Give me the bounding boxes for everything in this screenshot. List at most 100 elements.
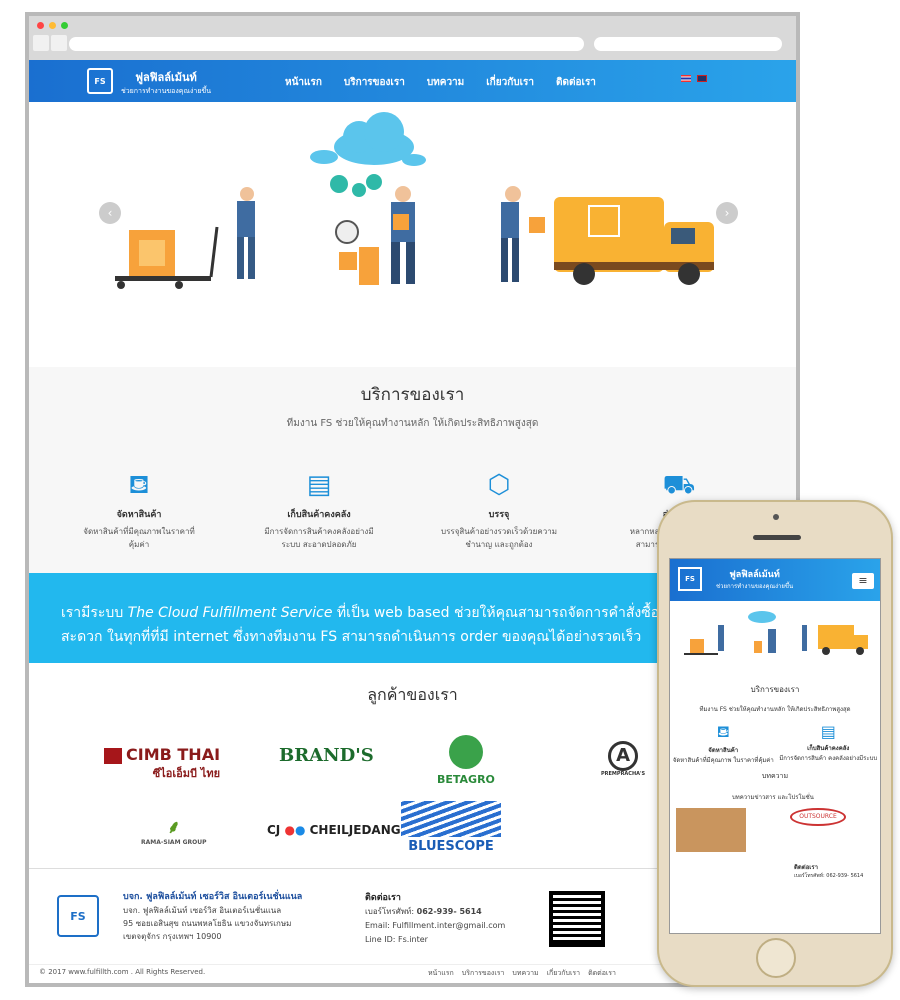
copyright: © 2017 www.fulfillth.com . All Rights Re…	[39, 968, 206, 976]
service-packing[interactable]: ⬡ บรรจุ บรรจุสินค้าอย่างรวดเร็วด้วยความช…	[439, 467, 559, 551]
mobile-brand-subtitle: ช่วยการทำงานของคุณง่ายขึ้น	[716, 583, 794, 590]
contact-title: ติดต่อเรา	[365, 893, 401, 903]
search-bar[interactable]	[594, 37, 782, 51]
brand-subtitle: ช่วยการทำงานของคุณง่ายขึ้น	[121, 87, 211, 95]
speaker-icon	[753, 535, 801, 540]
forward-button[interactable]	[51, 35, 67, 51]
language-switcher	[681, 75, 707, 82]
cloud-icon	[310, 112, 426, 166]
mobile-service-sourcing[interactable]: ⛾ จัดหาสินค้า จัดหาสินค้าที่มีคุณภาพ ในราค…	[673, 722, 774, 765]
camera-icon	[773, 514, 779, 520]
mobile-service-warehouse[interactable]: ▤ เก็บสินค้าคงคลัง มีการจัดการสินค้า คงคลั…	[779, 722, 877, 765]
footer-link-articles[interactable]: บทความ	[512, 968, 538, 977]
boxes-image[interactable]	[676, 808, 746, 852]
contact-email[interactable]: Email: Fulfillment.inter@gmail.com	[365, 919, 505, 933]
hamburger-menu-icon[interactable]: ≡	[852, 573, 874, 589]
mobile-services-list: ⛾ จัดหาสินค้า จัดหาสินค้าที่มีคุณภาพ ในราค…	[670, 722, 880, 765]
logo-icon[interactable]: FS	[87, 68, 113, 94]
menu-contact[interactable]: ติดต่อเรา	[556, 75, 596, 90]
footer-contact: ติดต่อเรา เบอร์โทรศัพท์: 062-939- 5614 E…	[365, 891, 505, 947]
client-prempracha-logo: A PREMPRACHA'S	[601, 741, 645, 777]
mobile-screen: FS ฟูลฟิลล์เม้นท์ ช่วยการทำงานของคุณง่าย…	[669, 558, 881, 934]
address-line: เขตจตุจักร กรุงเทพฯ 10900	[123, 932, 222, 941]
company-name: บจก. ฟูลฟิลล์เม้นท์ เซอร์วิส อินเตอร์เนช…	[123, 892, 303, 902]
service-title: เก็บสินค้าคงคลัง	[287, 510, 351, 520]
slider-next-arrow-icon[interactable]: ›	[716, 202, 738, 224]
footer-links: หน้าแรก บริการของเรา บทความ เกี่ยวกับเรา…	[428, 968, 616, 977]
top-nav: FS ฟูลฟิลล์เม้นท์ ช่วยการทำงานของคุณง่าย…	[29, 60, 796, 102]
service-desc: มีการจัดการสินค้าคงคลังอย่างมีระบบ สะอาด…	[264, 527, 374, 549]
menu-home[interactable]: หน้าแรก	[285, 75, 322, 90]
mobile-articles-title: บทความ	[761, 772, 789, 780]
scale-worker	[335, 186, 415, 285]
shopping-bag-icon: ⛾	[128, 470, 150, 500]
service-warehouse[interactable]: ▤ เก็บสินค้าคงคลัง มีการจัดการสินค้าคงคล…	[259, 467, 379, 551]
mobile-services: บริการของเรา ทีมงาน FS ช่วยให้คุณทำงานหล…	[670, 683, 880, 880]
mobile-contact-title: ติดต่อเรา	[794, 864, 818, 871]
back-button[interactable]	[33, 35, 49, 51]
client-betagro-logo: BETAGRO	[437, 735, 495, 786]
banner-text-post: ที่เป็น web based ช่วยให้คุณสามารถจัดการ…	[332, 605, 660, 621]
thai-flag-icon[interactable]	[681, 75, 691, 82]
mobile-logo-icon[interactable]: FS	[678, 567, 702, 591]
mobile-hero-illustration	[684, 611, 868, 655]
browser-chrome	[29, 16, 796, 60]
address-line: 95 ซอยเอสินสุข ถนนพหลโยธิน แขวงจันทรเกษม	[123, 919, 292, 928]
contact-phone[interactable]: เบอร์โทรศัพท์: 062-939- 5614	[365, 905, 505, 919]
truck-icon: ⛟	[662, 470, 696, 500]
cart-worker	[115, 187, 255, 289]
services-list: ⛾ จัดหาสินค้า จัดหาสินค้าที่มีคุณภาพในรา…	[79, 467, 739, 551]
footer-link-contact[interactable]: ติดต่อเรา	[588, 968, 616, 977]
qr-code-icon	[549, 891, 605, 947]
service-sourcing[interactable]: ⛾ จัดหาสินค้า จัดหาสินค้าที่มีคุณภาพในรา…	[79, 467, 199, 551]
contact-line-id: Line ID: Fs.inter	[365, 935, 428, 944]
mobile-articles: OUTSOURCE	[670, 802, 880, 862]
footer-link-services[interactable]: บริการของเรา	[462, 968, 505, 977]
footer-logo-icon: FS	[57, 895, 99, 937]
client-brands-logo: BRAND'S	[279, 745, 374, 766]
gears-icon	[330, 174, 382, 197]
hero-illustration	[115, 112, 714, 289]
shelf-icon: ▤	[306, 470, 332, 500]
home-button[interactable]	[756, 938, 796, 978]
window-controls	[37, 22, 68, 29]
minimize-dot[interactable]	[49, 22, 56, 29]
mobile-articles-subtitle: บทความข่าวสาร และโปรโมชั่น	[732, 794, 814, 801]
box-icon: ⬡	[487, 470, 511, 500]
client-cimb-logo: CIMB THAI ซีไอเอ็มบี ไทย	[104, 745, 220, 782]
footer-company: บจก. ฟูลฟิลล์เม้นท์ เซอร์วิส อินเตอร์เนช…	[123, 891, 302, 943]
service-title: บรรจุ	[488, 510, 510, 520]
close-dot[interactable]	[37, 22, 44, 29]
phone-mockup: FS ฟูลฟิลล์เม้นท์ ช่วยการทำงานของคุณง่าย…	[657, 500, 893, 987]
menu-articles[interactable]: บทความ	[427, 75, 464, 90]
shopping-bag-icon: ⛾	[716, 722, 730, 741]
truck-illustration	[501, 186, 714, 285]
mobile-nav: FS ฟูลฟิลล์เม้นท์ ช่วยการทำงานของคุณง่าย…	[670, 559, 880, 601]
menu-about[interactable]: เกี่ยวกับเรา	[486, 75, 534, 90]
mobile-services-title: บริการของเรา	[750, 685, 800, 694]
shelf-icon: ▤	[820, 722, 836, 741]
mobile-services-subtitle: ทีมงาน FS ช่วยให้คุณทำงานหลัก ให้เกิดประ…	[699, 706, 851, 713]
brand-title: ฟูลฟิลล์เม้นท์	[135, 71, 197, 84]
maximize-dot[interactable]	[61, 22, 68, 29]
menu-services[interactable]: บริการของเรา	[344, 75, 405, 90]
mobile-contact-phone[interactable]: เบอร์โทรศัพท์: 062-939- 5614	[670, 872, 880, 880]
outsource-image[interactable]: OUTSOURCE	[790, 808, 846, 826]
banner-emphasis: The Cloud Fulfillment Service	[127, 605, 333, 621]
service-desc: จัดหาสินค้าที่มีคุณภาพในราคาที่คุ้มค่า	[83, 527, 195, 549]
hero-slider: ‹ ›	[29, 102, 796, 367]
banner-text-pre: เรามีระบบ	[61, 605, 128, 621]
service-title: จัดหาสินค้า	[116, 510, 162, 520]
services-subtitle: ทีมงาน FS ช่วยให้คุณทำงานหลัก ให้เกิดประ…	[286, 418, 539, 429]
footer-link-home[interactable]: หน้าแรก	[428, 968, 454, 977]
address-line: บจก. ฟูลฟิลล์เม้นท์ เซอร์วิส อินเตอร์เนช…	[123, 906, 282, 915]
brand[interactable]: ฟูลฟิลล์เม้นท์ ช่วยการทำงานของคุณง่ายขึ้…	[121, 68, 211, 97]
mobile-hero	[670, 601, 880, 679]
slider-prev-arrow-icon[interactable]: ‹	[99, 202, 121, 224]
footer-link-about[interactable]: เกี่ยวกับเรา	[547, 968, 580, 977]
services-title: บริการของเรา	[360, 385, 465, 405]
uk-flag-icon[interactable]	[697, 75, 707, 82]
address-bar[interactable]	[69, 37, 584, 51]
mobile-brand-title: ฟูลฟิลล์เม้นท์	[729, 570, 780, 580]
mobile-brand[interactable]: ฟูลฟิลล์เม้นท์ ช่วยการทำงานของคุณง่ายขึ้…	[716, 567, 793, 591]
